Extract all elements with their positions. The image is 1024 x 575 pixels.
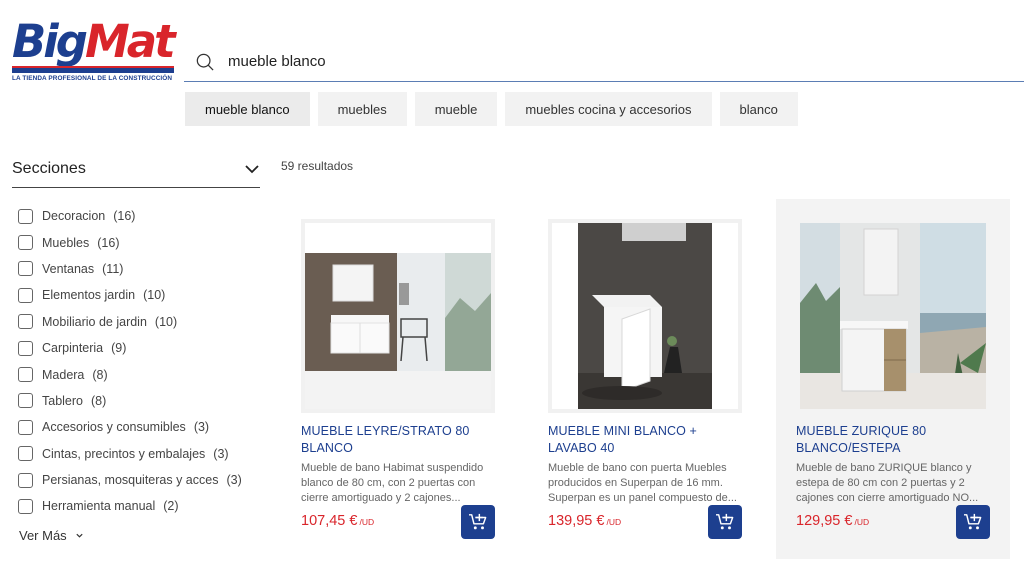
filter-checkbox[interactable] — [18, 261, 33, 277]
filter-checkbox[interactable] — [18, 498, 33, 514]
filter-label: Elementos jardin — [42, 288, 136, 303]
sections-title: Secciones — [12, 159, 86, 177]
add-to-cart-button[interactable] — [956, 505, 990, 539]
product-image[interactable] — [548, 219, 742, 413]
filter-count: (16) — [113, 209, 136, 224]
filter-count: (2) — [163, 499, 179, 514]
bigmat-logo[interactable]: BigMat LA TIENDA PROFESIONAL DE LA CONST… — [12, 18, 177, 84]
filter-label: Accesorios y consumibles — [42, 420, 186, 435]
filter-label: Madera — [42, 367, 85, 382]
filter-label: Ventanas — [42, 261, 95, 276]
add-to-cart-button[interactable] — [708, 505, 742, 539]
show-more-label: Ver Más — [19, 528, 67, 543]
filter-checkbox[interactable] — [18, 393, 33, 409]
product-description: Mueble de bano ZURIQUE blanco y estepa d… — [796, 462, 979, 504]
filter-count: (10) — [154, 314, 178, 329]
filter-label: Mobiliario de jardin — [42, 314, 147, 329]
suggestion-chip[interactable]: blanco — [719, 92, 798, 126]
chevron-down-icon — [245, 164, 259, 173]
filter-label: Muebles — [42, 235, 90, 250]
filter-option[interactable]: Accesorios y consumibles (3) — [18, 414, 242, 440]
price-unit: /UD — [359, 517, 375, 527]
filter-option[interactable]: Decoracion (16) — [18, 203, 242, 229]
product-price: 107,45 €/UD — [301, 513, 374, 529]
product-card[interactable]: MUEBLE LEYRE/STRATO 80 BLANCO Mueble de … — [281, 199, 515, 559]
filter-option[interactable]: Tablero (8) — [18, 388, 242, 414]
filter-checkbox[interactable] — [18, 287, 33, 303]
cart-plus-icon — [716, 513, 734, 530]
product-title[interactable]: MUEBLE LEYRE/STRATO 80 BLANCO — [301, 423, 501, 457]
filter-count: (16) — [97, 235, 120, 250]
filter-option[interactable]: Carpinteria (9) — [18, 335, 242, 361]
chevron-down-icon — [76, 533, 83, 538]
product-description: Mueble de bano con puerta Muebles produc… — [548, 462, 737, 504]
filter-checkbox[interactable] — [18, 340, 33, 356]
filter-label: Herramienta manual — [42, 499, 156, 514]
filter-label: Carpinteria — [42, 341, 104, 356]
filter-label: Persianas, mosquiteras y acces — [42, 473, 219, 488]
product-title[interactable]: MUEBLE ZURIQUE 80 BLANCO/ESTEPA — [796, 423, 996, 457]
filter-option[interactable]: Muebles (16) — [18, 229, 242, 255]
logo-tagline: LA TIENDA PROFESIONAL DE LA CONSTRUCCIÓN — [12, 75, 173, 82]
filter-option[interactable]: Elementos jardin (10) — [18, 282, 242, 308]
filter-checkbox[interactable] — [18, 472, 33, 488]
product-price: 139,95 €/UD — [548, 513, 621, 529]
filter-count: (8) — [92, 367, 108, 382]
filter-count: (10) — [143, 288, 166, 303]
filter-count: (11) — [102, 261, 124, 276]
product-card[interactable]: MUEBLE MINI BLANCO + LAVABO 40 Mueble de… — [528, 199, 762, 559]
filter-option[interactable]: Herramienta manual (2) — [18, 493, 242, 519]
filter-label: Tablero — [42, 393, 83, 408]
suggestion-chip[interactable]: muebles cocina y accesorios — [505, 92, 712, 126]
product-image[interactable] — [796, 219, 990, 413]
search-icon[interactable] — [196, 53, 214, 71]
filter-checkbox[interactable] — [18, 367, 33, 383]
filter-option[interactable]: Madera (8) — [18, 361, 242, 387]
filter-label: Decoracion — [42, 209, 106, 224]
search-input[interactable] — [228, 50, 728, 72]
filter-option[interactable]: Mobiliario de jardin (10) — [18, 309, 242, 335]
filter-count: (3) — [226, 473, 242, 488]
product-image[interactable] — [301, 219, 495, 413]
suggestion-chip[interactable]: mueble blanco — [185, 92, 310, 126]
filter-option[interactable]: Ventanas (11) — [18, 256, 242, 282]
filter-option[interactable]: Cintas, precintos y embalajes (3) — [18, 441, 242, 467]
suggestion-chip[interactable]: muebles — [317, 92, 407, 126]
filter-checkbox[interactable] — [18, 314, 33, 330]
show-more-button[interactable]: Ver Más — [19, 528, 84, 543]
filter-count: (9) — [111, 341, 127, 356]
cart-plus-icon — [964, 513, 982, 530]
filter-checkbox[interactable] — [18, 446, 33, 462]
price-unit: /UD — [854, 517, 870, 527]
price-unit: /UD — [606, 517, 622, 527]
filter-label: Cintas, precintos y embalajes — [42, 446, 206, 461]
filter-checkbox[interactable] — [18, 419, 33, 435]
filter-count: (8) — [91, 393, 107, 408]
logo-part-big: Big — [12, 15, 88, 68]
section-filter-list: Decoracion (16) Muebles (16) Ventanas (11) … — [18, 203, 242, 520]
filter-checkbox[interactable] — [18, 235, 33, 251]
search-bar — [184, 40, 1024, 82]
search-suggestions: mueble blanco muebles mueble muebles coc… — [185, 92, 798, 126]
add-to-cart-button[interactable] — [461, 505, 495, 539]
price-value: 107,45 € — [301, 513, 358, 529]
product-title[interactable]: MUEBLE MINI BLANCO + LAVABO 40 — [548, 423, 748, 457]
results-count: 59 resultados — [281, 159, 354, 173]
product-card[interactable]: MUEBLE ZURIQUE 80 BLANCO/ESTEPA Mueble d… — [776, 199, 1010, 559]
logo-wordmark: BigMat — [12, 18, 177, 66]
suggestion-chip[interactable]: mueble — [414, 92, 498, 126]
price-value: 129,95 € — [796, 513, 853, 529]
cart-plus-icon — [469, 513, 487, 530]
product-description: Mueble de bano Habimat suspendido blanco… — [301, 462, 484, 504]
filter-checkbox[interactable] — [18, 208, 33, 224]
price-value: 139,95 € — [548, 513, 605, 529]
filter-option[interactable]: Persianas, mosquiteras y acces (3) — [18, 467, 242, 493]
sections-dropdown[interactable]: Secciones — [12, 150, 260, 188]
logo-underline — [12, 66, 174, 73]
filter-count: (3) — [213, 446, 229, 461]
filter-count: (3) — [193, 420, 210, 435]
product-price: 129,95 €/UD — [796, 513, 869, 529]
logo-part-mat: Mat — [84, 15, 176, 68]
